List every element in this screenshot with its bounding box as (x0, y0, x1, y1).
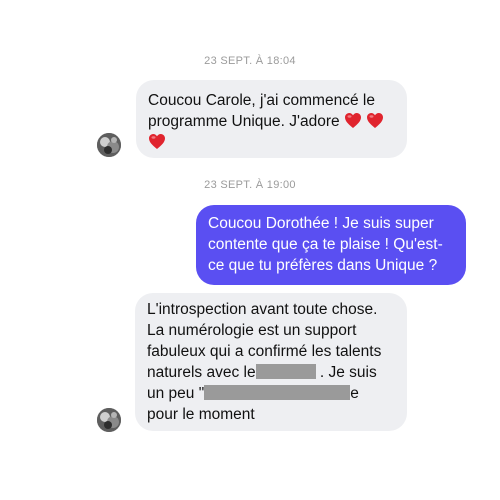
message-text: naturels avec le (147, 364, 256, 381)
timestamp-2: 23 SEPT. À 19:00 (204, 179, 296, 191)
heart-emoji-icon (148, 133, 166, 150)
message-bubble-incoming[interactable]: Coucou Carole, j'ai commencé le programm… (136, 80, 407, 158)
message-text: Coucou Carole, j'ai commencé le (148, 92, 375, 109)
timestamp-1: 23 SEPT. À 18:04 (204, 55, 296, 67)
message-bubble-outgoing[interactable]: Coucou Dorothée ! Je suis super contente… (196, 205, 466, 285)
message-text: contente que ça te plaise ! Qu'est- (208, 236, 443, 253)
message-bubble-incoming[interactable]: L'introspection avant toute chose. La nu… (135, 293, 407, 431)
redacted-text (255, 364, 316, 379)
message-text: La numérologie est un support (147, 322, 357, 339)
heart-emoji-icon (344, 112, 362, 129)
avatar[interactable] (97, 133, 121, 157)
message-text: e (350, 385, 359, 402)
message-text: . Je suis (319, 364, 377, 381)
message-text: ce que tu préfères dans Unique ? (208, 257, 438, 274)
heart-emoji-icon (366, 112, 384, 129)
message-text: un peu " (147, 385, 205, 402)
message-text: fabuleux qui a confirmé les talents (147, 343, 382, 360)
message-text: pour le moment (147, 406, 255, 423)
message-text: programme Unique. J'adore (148, 113, 340, 130)
message-text: Coucou Dorothée ! Je suis super (208, 215, 434, 232)
avatar[interactable] (97, 408, 121, 432)
redacted-text (204, 385, 351, 400)
message-text: L'introspection avant toute chose. (147, 301, 378, 318)
